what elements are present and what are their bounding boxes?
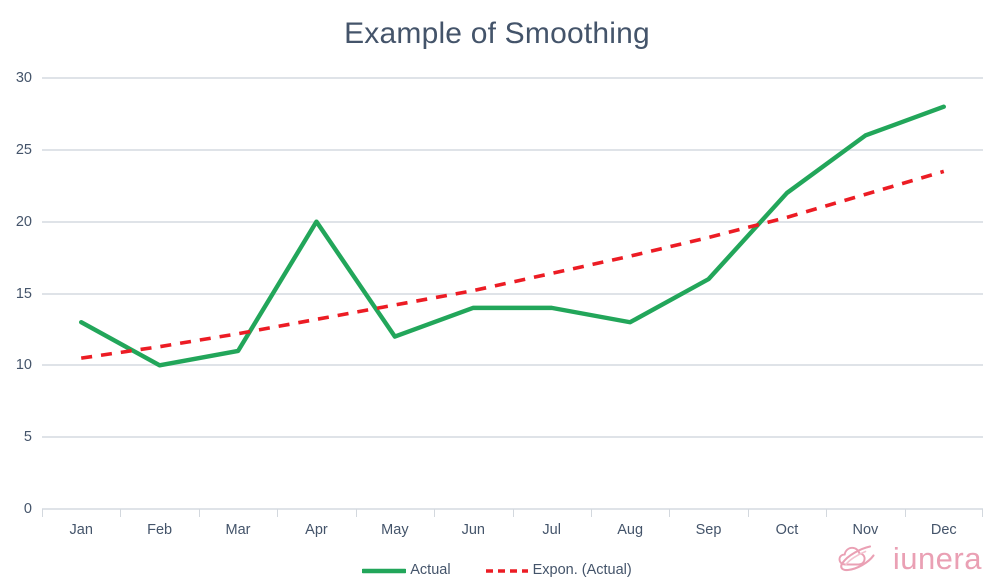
y-axis-tick-label: 25 [15, 141, 32, 158]
x-axis-tick-label: Nov [852, 522, 879, 538]
x-axis-tick [198, 509, 200, 517]
legend-label: Expon. (Actual) [532, 562, 632, 578]
x-axis-tick-label: Dec [930, 522, 957, 538]
x-axis-tick-label: Sep [695, 522, 722, 538]
x-axis-tick [904, 509, 906, 517]
x-axis-tick [434, 509, 436, 517]
series-line [80, 169, 945, 360]
x-axis-tick-label: May [381, 522, 409, 538]
x-axis-tick [590, 509, 592, 517]
legend-item[interactable]: Actual [361, 558, 451, 582]
legend-swatch-icon [361, 564, 408, 576]
series-line [79, 104, 946, 368]
x-axis-tick [747, 509, 749, 517]
chart-title: Example of Smoothing [344, 17, 650, 50]
x-axis-tick [982, 509, 983, 517]
cloud-orbit-icon [837, 543, 883, 573]
y-axis-tick-label: 10 [15, 357, 32, 374]
y-axis-labels: 30 25 20 15 10 5 0 [0, 71, 32, 517]
iunera-logo: iunera [837, 540, 982, 576]
legend-item[interactable]: Expon. (Actual) [485, 558, 632, 582]
x-axis-tick-label: Jan [69, 522, 93, 538]
x-axis-tick-label: Feb [147, 522, 173, 538]
y-axis-tick-label: 20 [15, 213, 32, 230]
series-layer [79, 104, 946, 368]
x-axis-tick [826, 509, 828, 517]
y-axis-tick-label: 30 [15, 70, 32, 86]
x-axis-tick [355, 509, 357, 517]
x-axis-tick [512, 509, 514, 517]
x-axis-tick-label: Apr [305, 522, 328, 538]
logo-wordmark: iunera [892, 540, 982, 576]
x-axis-tick [277, 509, 279, 517]
x-axis-ticks [42, 509, 983, 517]
x-axis-tick-label: Aug [617, 522, 644, 538]
legend-label: Actual [410, 562, 451, 578]
y-axis-tick-label: 5 [23, 429, 32, 446]
plot-area [42, 77, 983, 510]
x-axis-tick-label: Oct [775, 522, 799, 538]
x-axis-tick-label: Mar [225, 522, 251, 538]
x-axis-tick-label: Jun [461, 522, 485, 538]
legend-swatch-icon [485, 564, 529, 576]
x-axis-tick [669, 509, 671, 517]
x-axis-tick [120, 509, 122, 517]
x-axis-tick [42, 509, 43, 517]
chart-container: Example of Smoothing 30 25 20 15 10 5 0 Jan Feb… [0, 0, 994, 584]
x-axis-tick-label: Jul [542, 522, 561, 538]
y-axis-tick-label: 15 [15, 285, 32, 302]
y-axis-tick-label: 0 [23, 501, 32, 517]
